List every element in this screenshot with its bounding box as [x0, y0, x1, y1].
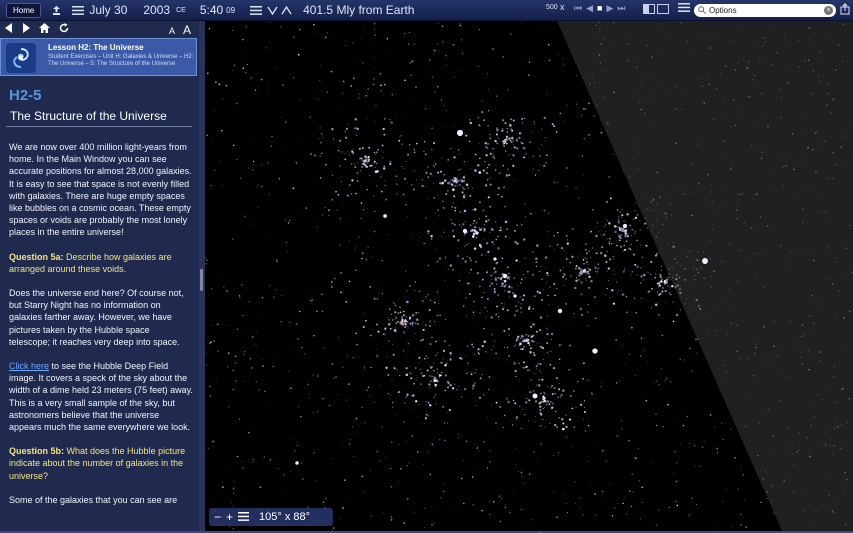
play-backward-icon[interactable]: ◀: [586, 3, 593, 14]
zoom-controls: − + 105° x 88°: [209, 508, 333, 526]
time-rate-unit: x: [560, 2, 565, 12]
font-size-controls: A A: [169, 23, 191, 37]
date-menu-icon[interactable]: [71, 3, 85, 17]
sky-view[interactable]: [205, 21, 853, 533]
refresh-icon[interactable]: [59, 23, 69, 36]
lesson-sidebar: A A Lesson H2: The Universe Student Exer…: [0, 21, 199, 533]
search-icon: [698, 5, 706, 16]
play-forward-icon[interactable]: ▶: [606, 3, 613, 14]
time-rate[interactable]: 500: [546, 4, 558, 11]
stop-icon[interactable]: ■: [597, 3, 602, 14]
question-5b: Question 5b: What does the Hubble pictur…: [9, 445, 193, 482]
back-icon[interactable]: [5, 23, 13, 36]
field-of-view-readout: 105° x 88°: [259, 511, 311, 523]
options-menu-icon[interactable]: [678, 3, 690, 15]
fullscreen-icon[interactable]: [657, 4, 669, 14]
date-month[interactable]: July 30: [89, 3, 127, 17]
lesson-paragraph: Some of the galaxies that you can see ar…: [9, 494, 178, 505]
lesson-header: Lesson H2: The Universe Student Exercise…: [0, 38, 197, 76]
time-seconds: 09: [226, 5, 236, 15]
search-box: ×: [694, 4, 836, 17]
zoom-out-icon[interactable]: −: [214, 510, 221, 524]
search-input[interactable]: [709, 6, 821, 15]
question-5a: Question 5a: Describe how galaxies are a…: [9, 251, 193, 275]
move-down-icon[interactable]: [265, 3, 279, 17]
lesson-paragraph: Does the universe end here? Of course no…: [9, 288, 184, 347]
share-icon[interactable]: [840, 3, 850, 18]
time-flow-icon[interactable]: [49, 3, 63, 17]
date-year[interactable]: 2003: [143, 3, 170, 17]
lesson-title: Lesson H2: The Universe: [48, 43, 144, 52]
section-title: The Structure of the Universe: [10, 109, 167, 123]
lesson-paragraph-text: to see the Hubble Deep Field image. It c…: [9, 361, 193, 433]
home-icon[interactable]: [39, 23, 50, 36]
skip-back-icon[interactable]: ⏮: [574, 3, 582, 14]
lesson-content: We are now over 400 million light-years …: [9, 141, 193, 518]
lesson-paragraph-with-link: Click here to see the Hubble Deep Field …: [9, 360, 193, 433]
time-display[interactable]: 5:40: [200, 3, 223, 17]
starry-night-logo-icon: [6, 43, 36, 73]
splitter-handle[interactable]: [200, 269, 203, 291]
increase-font-button[interactable]: A: [183, 23, 191, 37]
hubble-deep-field-link[interactable]: Click here: [9, 361, 49, 371]
sidebar-toggle-icon[interactable]: [643, 4, 655, 14]
skip-forward-icon[interactable]: ⏭: [617, 3, 625, 14]
zoom-menu-icon[interactable]: [238, 510, 250, 524]
decrease-font-button[interactable]: A: [169, 26, 175, 36]
view-layout-icons: [643, 4, 669, 14]
distance-readout: 401.5 Mly from Earth: [303, 3, 415, 17]
breadcrumb[interactable]: Student Exercises – Unit H: Galaxies & U…: [48, 54, 194, 68]
location-menu-icon[interactable]: [249, 3, 263, 17]
sidebar-nav: A A: [0, 21, 199, 38]
lesson-paragraph: We are now over 400 million light-years …: [9, 142, 192, 238]
galaxy-field[interactable]: [205, 21, 853, 533]
question-label: Question 5a:: [9, 251, 64, 262]
clear-search-icon[interactable]: ×: [824, 6, 833, 15]
divider: [6, 126, 192, 127]
move-up-icon[interactable]: [279, 3, 293, 17]
date-era: CE: [176, 6, 186, 14]
question-label: Question 5b:: [9, 446, 65, 457]
time-transport-controls: ⏮ ◀ ■ ▶ ⏭: [574, 3, 626, 14]
home-button[interactable]: Home: [6, 2, 42, 18]
top-toolbar: Home July 30 2003 CE 5:40 09 401.5 Mly f…: [0, 0, 853, 21]
zoom-in-icon[interactable]: +: [226, 510, 233, 524]
section-id: H2-5: [9, 87, 42, 104]
forward-icon[interactable]: [22, 23, 30, 36]
